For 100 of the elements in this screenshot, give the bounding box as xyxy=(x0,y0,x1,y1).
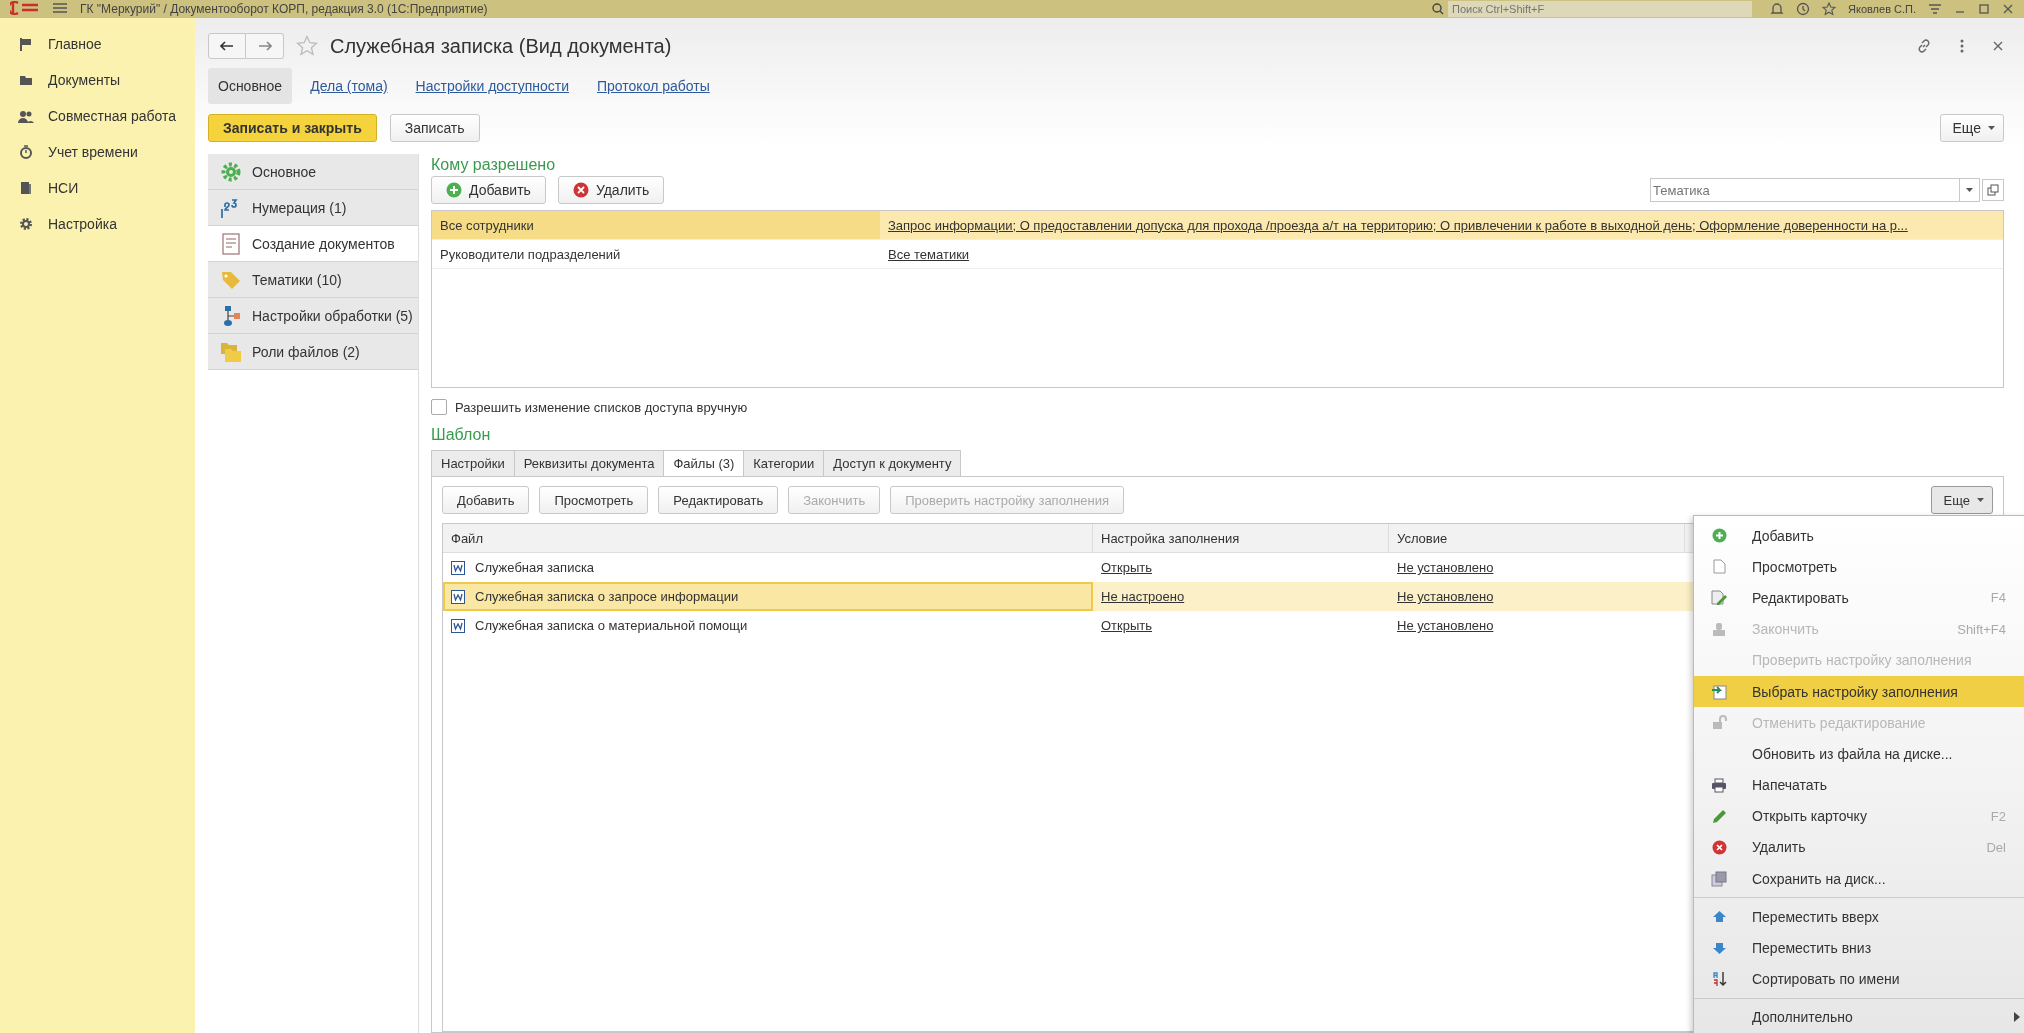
menu-item[interactable]: Дополнительно xyxy=(1694,1001,2024,1033)
arrow-right-icon xyxy=(257,41,272,51)
gear-icon xyxy=(19,217,33,231)
menu-item[interactable]: Выбрать настройку заполнения xyxy=(1694,675,2024,708)
save-and-close-button[interactable]: Записать и закрыть xyxy=(208,114,377,142)
form-tab[interactable]: Настройки доступности xyxy=(405,68,579,104)
section-tab[interactable]: Нумерация (1) xyxy=(208,190,418,226)
document-icon xyxy=(221,232,241,255)
table-cell: Все сотрудники xyxy=(432,211,880,239)
tab[interactable]: Доступ к документу xyxy=(823,450,962,477)
menu-item[interactable]: Удалить Del xyxy=(1694,831,2024,864)
edit-document-icon xyxy=(1711,589,1727,606)
history-icon[interactable] xyxy=(1796,2,1810,16)
folders-icon xyxy=(220,340,242,363)
menu-item[interactable]: Переместить вниз xyxy=(1694,932,2024,964)
pick-setting-icon xyxy=(1711,683,1727,700)
fill-setting-link[interactable]: Открыть xyxy=(1101,560,1153,575)
add-button[interactable]: Добавить xyxy=(431,176,546,204)
menu-item[interactable]: Добавить xyxy=(1694,520,2024,552)
caret-icon xyxy=(1966,188,1973,192)
form-tab[interactable]: Основное xyxy=(208,68,293,104)
books-icon xyxy=(19,181,33,195)
column-header[interactable]: Файл xyxy=(443,524,1093,552)
sidebar-item[interactable]: Настройка xyxy=(0,206,195,242)
settings-menu-icon[interactable] xyxy=(1928,3,1942,15)
arrow-up-icon xyxy=(1711,910,1727,924)
sort-icon xyxy=(1711,971,1727,988)
form-tab[interactable]: Дела (тома) xyxy=(300,68,398,104)
tab[interactable]: Настройки xyxy=(431,450,514,477)
tab[interactable]: Файлы (3) xyxy=(663,450,744,477)
section-tab[interactable]: Настройки обработки (5) xyxy=(208,298,418,334)
open-button[interactable] xyxy=(1982,179,2004,201)
search-field[interactable]: Поиск Ctrl+Shift+F xyxy=(1448,1,1752,17)
sidebar-item[interactable]: Совместная работа xyxy=(0,98,195,134)
caret-icon xyxy=(1977,498,1984,502)
back-button[interactable] xyxy=(208,33,246,59)
close-icon[interactable] xyxy=(2002,3,2014,15)
menu-item[interactable]: Сортировать по имени xyxy=(1694,963,2024,995)
app-logo-icon xyxy=(10,0,40,18)
menu-item[interactable]: Сохранить на диск... xyxy=(1694,863,2024,895)
more-button[interactable]: Еще xyxy=(1939,114,2004,142)
user-name[interactable]: Яковлев С.П. xyxy=(1848,3,1916,15)
plus-icon xyxy=(1711,528,1727,544)
condition-link[interactable]: Не установлено xyxy=(1397,618,1494,633)
table-row[interactable]: Все сотрудники Запрос информации; О предоставлении допуска для прохода /проезда а/т на территорию; О привлечении к работе в выходной день; Оформление доверенности на р... xyxy=(432,211,2003,240)
tab[interactable]: Реквизиты документа xyxy=(513,450,664,477)
arrow-left-icon xyxy=(220,41,234,51)
delete-icon xyxy=(1711,839,1727,855)
folder-icon xyxy=(19,74,33,86)
menu-item[interactable]: Открыть карточку F2 xyxy=(1694,800,2024,832)
star-icon[interactable] xyxy=(1822,2,1836,16)
table-cell: Служебная записка о материальной помощи xyxy=(475,618,748,633)
forward-button[interactable] xyxy=(246,33,284,59)
fill-setting-link[interactable]: Не настроено xyxy=(1101,589,1185,604)
menu-item[interactable]: Переместить вверх xyxy=(1694,901,2024,933)
topics-link[interactable]: Все тематики xyxy=(888,246,970,262)
window-title: Служебная записка (Вид документа) xyxy=(330,34,672,58)
sidebar-item[interactable]: Главное xyxy=(0,26,195,62)
tab[interactable]: Категории xyxy=(743,450,824,477)
dropdown-button[interactable] xyxy=(1960,178,1980,202)
app-title: ГК "Меркурий" / Документооборот КОРП, редакция 3.0 (1С:Предприятие) xyxy=(80,2,488,16)
table-row[interactable]: Руководители подразделений Все тематики xyxy=(432,240,2003,269)
topic-field[interactable]: Тематика xyxy=(1650,178,1960,202)
table-cell-text: Руководители подразделений xyxy=(439,245,622,264)
section-title: Шаблон xyxy=(431,425,492,445)
printer-icon xyxy=(1711,777,1727,793)
maximize-icon[interactable] xyxy=(1978,3,1990,15)
section-tab[interactable]: Основное xyxy=(208,154,418,190)
section-tab[interactable]: Роли файлов (2) xyxy=(208,334,418,370)
condition-link[interactable]: Не установлено xyxy=(1397,589,1494,604)
column-header[interactable]: Условие xyxy=(1389,524,1685,552)
menu-item[interactable]: Просмотреть xyxy=(1694,551,2024,583)
save-button[interactable]: Записать xyxy=(389,114,480,142)
toolbar-button[interactable]: Просмотреть xyxy=(539,486,649,514)
delete-button[interactable]: Удалить xyxy=(557,176,665,204)
condition-link[interactable]: Не установлено xyxy=(1397,560,1494,575)
toolbar-button[interactable]: Добавить xyxy=(442,486,530,514)
toolbar-button[interactable]: Редактировать xyxy=(658,486,779,514)
section-tab[interactable]: Тематики (10) xyxy=(208,262,418,298)
column-header[interactable]: Настройка заполнения xyxy=(1093,524,1389,552)
form-tab[interactable]: Протокол работы xyxy=(587,68,720,104)
close-icon[interactable] xyxy=(1992,40,2004,52)
more-icon[interactable] xyxy=(1960,39,1964,53)
pencil-icon xyxy=(1711,808,1727,824)
checkbox-label: Разрешить изменение списков доступа вручную xyxy=(455,399,748,415)
link-icon[interactable] xyxy=(1916,38,1932,54)
more-button[interactable]: Еще xyxy=(1930,486,1993,514)
fill-setting-link[interactable]: Открыть xyxy=(1101,618,1153,633)
checkbox[interactable] xyxy=(431,399,447,415)
sidebar-item[interactable]: Учет времени xyxy=(0,134,195,170)
sidebar-item[interactable]: Документы xyxy=(0,62,195,98)
sidebar-item[interactable]: НСИ xyxy=(0,170,195,206)
copy-icon xyxy=(1987,184,1999,196)
menu-item[interactable]: Обновить из файла на диске... xyxy=(1694,738,2024,770)
topics-link[interactable]: Запрос информации; О предоставлении допуска для прохода /проезда а/т на территорию; О привлечении к работе в выходной день; Оформление доверенности на р... xyxy=(888,217,1908,233)
menu-item[interactable]: Напечатать xyxy=(1694,769,2024,801)
plus-icon xyxy=(446,182,462,198)
bell-icon[interactable] xyxy=(1770,2,1784,16)
star-icon[interactable] xyxy=(296,35,318,57)
search-icon xyxy=(1432,3,1444,15)
